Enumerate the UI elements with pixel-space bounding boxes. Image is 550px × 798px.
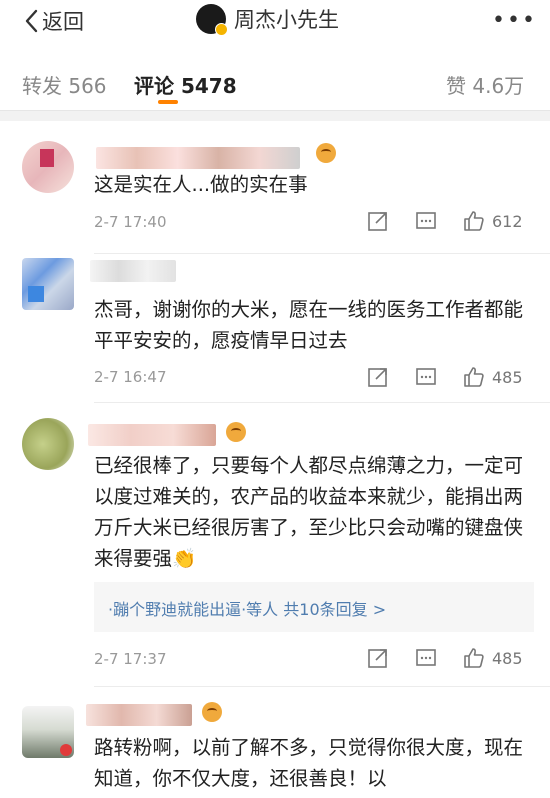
page-title: 周杰小先生 — [234, 8, 339, 32]
comment-time: 2-7 17:37 — [94, 650, 167, 668]
nav-bar: 返回 周杰小先生 ••• — [0, 0, 550, 42]
divider — [94, 253, 550, 254]
comment-text: 已经很棒了，只要每个人都尽点绵薄之力，一定可以度过难关的，农产品的收益本来就少，… — [94, 454, 524, 570]
comment-time: 2-7 17:40 — [94, 213, 167, 231]
avatar[interactable] — [22, 258, 74, 310]
comment-actions: 485 — [366, 365, 523, 389]
avatar[interactable] — [22, 418, 74, 470]
thumbs-up-icon[interactable] — [462, 646, 486, 670]
comment-text: 路转粉啊，以前了解不多，只觉得你很大度，现在知道，你不仅大度，还很善良！以 — [94, 736, 524, 790]
tab-like[interactable]: 赞 4.6万 — [446, 70, 524, 99]
replies-link[interactable]: ·蹦个野迪就能出逼·等人 共10条回复 > — [108, 596, 386, 620]
comment-icon[interactable] — [414, 209, 438, 233]
verified-badge-icon — [215, 23, 228, 36]
section-separator — [0, 111, 550, 121]
username-blurred[interactable] — [96, 147, 300, 169]
active-tab-indicator — [158, 100, 178, 104]
tab-comment[interactable]: 评论 5478 — [134, 70, 237, 99]
replies-preview[interactable]: ·蹦个野迪就能出逼·等人 共10条回复 > — [94, 582, 534, 632]
comment-icon[interactable] — [414, 646, 438, 670]
share-icon[interactable] — [366, 646, 390, 670]
username-blurred[interactable] — [86, 704, 192, 726]
thumbs-up-icon[interactable] — [462, 209, 486, 233]
share-icon[interactable] — [366, 209, 390, 233]
thumbs-up-icon[interactable] — [462, 365, 486, 389]
divider — [94, 402, 550, 403]
username-blurred[interactable] — [88, 424, 216, 446]
avatar[interactable] — [22, 706, 74, 758]
chevron-left-icon — [25, 9, 38, 33]
comment-text: 杰哥，谢谢你的大米，愿在一线的医务工作者都能平平安安的，愿疫情早日过去 — [94, 298, 524, 352]
comment-actions: 612 — [366, 209, 523, 233]
more-icon[interactable]: ••• — [492, 8, 537, 33]
like-count: 485 — [492, 367, 523, 387]
avatar[interactable] — [22, 141, 74, 193]
tab-bar: 转发 566 评论 5478 赞 4.6万 — [0, 58, 550, 111]
comment-icon[interactable] — [414, 365, 438, 389]
tab-repost[interactable]: 转发 566 — [22, 70, 107, 99]
back-button[interactable]: 返回 — [24, 6, 84, 36]
divider — [94, 686, 550, 687]
like-count: 612 — [492, 211, 523, 231]
back-label: 返回 — [42, 10, 84, 34]
username-blurred[interactable] — [90, 260, 176, 282]
share-icon[interactable] — [366, 365, 390, 389]
comment-text: 这是实在人...做的实在事 — [94, 173, 308, 196]
comment-time: 2-7 16:47 — [94, 368, 167, 386]
comment-actions: 485 — [366, 646, 523, 670]
emoji-icon — [316, 143, 336, 163]
profile-title[interactable]: 周杰小先生 — [196, 4, 339, 36]
emoji-icon — [202, 702, 222, 722]
avatar — [196, 4, 228, 36]
emoji-icon — [226, 422, 246, 442]
like-count: 485 — [492, 648, 523, 668]
